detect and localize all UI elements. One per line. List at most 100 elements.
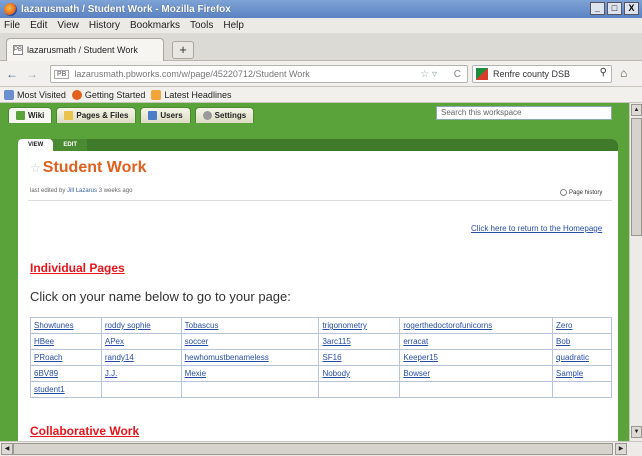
student-page-link[interactable]: Sample xyxy=(556,369,583,378)
table-cell xyxy=(552,381,612,398)
tab-strip: PB lazarusmath / Student Work + xyxy=(0,33,642,61)
individual-pages-heading[interactable]: Individual Pages xyxy=(30,261,125,275)
table-cell: J.J. xyxy=(100,365,182,382)
vertical-scroll-thumb[interactable] xyxy=(631,118,642,236)
table-cell: roddy sophie xyxy=(100,317,182,334)
tab-settings[interactable]: Settings xyxy=(194,107,255,123)
home-button[interactable]: ⌂ xyxy=(620,66,627,80)
menu-history[interactable]: History xyxy=(89,20,120,31)
student-page-link[interactable]: rogerthedoctorofunicorns xyxy=(403,321,492,330)
student-page-link[interactable]: soccer xyxy=(185,337,209,346)
scroll-left-icon[interactable]: ◀ xyxy=(1,443,13,455)
tab-users[interactable]: Users xyxy=(140,107,191,123)
bookmark-getting-started[interactable]: Getting Started xyxy=(71,89,145,100)
page-content: Wiki Pages & Files Users Settings Search… xyxy=(0,103,629,441)
menu-edit[interactable]: Edit xyxy=(30,20,47,31)
horizontal-scrollbar[interactable]: ◀ ▶ xyxy=(0,441,642,456)
minimize-button[interactable]: _ xyxy=(590,2,605,15)
student-page-link[interactable]: Zero xyxy=(556,321,572,330)
url-bar[interactable]: PB lazarusmath.pbworks.com/w/page/452207… xyxy=(50,65,468,83)
homepage-link[interactable]: Click here to return to the Homepage xyxy=(471,224,602,233)
scroll-down-icon[interactable]: ▼ xyxy=(631,426,642,438)
page-history-link[interactable]: Page history xyxy=(560,189,602,196)
site-identity-badge[interactable]: PB xyxy=(54,69,70,79)
table-row: 6BV89 J.J. Mexie Nobody Bowser Sample xyxy=(30,365,612,382)
bookmark-most-visited[interactable]: Most Visited xyxy=(4,89,66,100)
student-page-link[interactable]: 6BV89 xyxy=(34,369,58,378)
tab-wiki[interactable]: Wiki xyxy=(8,107,53,123)
menu-tools[interactable]: Tools xyxy=(190,20,213,31)
users-icon xyxy=(148,111,158,120)
wiki-tabs: Wiki Pages & Files Users Settings xyxy=(8,107,255,123)
student-page-link[interactable]: APex xyxy=(105,337,124,346)
scroll-up-icon[interactable]: ▲ xyxy=(631,104,642,116)
page-title-text: Student Work xyxy=(42,159,147,176)
edit-tab[interactable]: EDIT xyxy=(53,139,88,151)
table-cell: SF16 xyxy=(318,349,401,366)
student-page-link[interactable]: PRoach xyxy=(34,353,62,362)
table-row: HBee APex soccer 3arc115 erracat Bob xyxy=(30,333,612,350)
forward-button[interactable]: → xyxy=(26,66,38,82)
menu-help[interactable]: Help xyxy=(223,20,244,31)
firefox-icon xyxy=(4,2,17,16)
student-page-link[interactable]: trigonometry xyxy=(322,321,366,330)
student-page-link[interactable]: Nobody xyxy=(322,369,350,378)
bookmark-latest-headlines[interactable]: Latest Headlines xyxy=(151,89,231,100)
back-button[interactable]: ← xyxy=(6,66,18,82)
close-button[interactable]: X xyxy=(624,2,639,15)
student-page-link[interactable]: Bowser xyxy=(403,369,430,378)
student-page-link[interactable]: Keeper15 xyxy=(403,353,438,362)
menu-view[interactable]: View xyxy=(57,20,79,31)
student-page-link[interactable]: hewhomustbenameless xyxy=(185,353,269,362)
editor-link[interactable]: Jill Lazarus xyxy=(67,188,97,194)
scroll-right-icon[interactable]: ▶ xyxy=(615,443,627,455)
horizontal-scroll-thumb[interactable] xyxy=(13,443,613,455)
student-page-link[interactable]: Mexie xyxy=(185,369,206,378)
page-title: ☆ Student Work xyxy=(30,159,146,177)
student-page-link[interactable]: student1 xyxy=(34,385,65,394)
table-cell: erracat xyxy=(399,333,554,350)
new-tab-button[interactable]: + xyxy=(172,41,194,59)
student-page-link[interactable]: Showtunes xyxy=(34,321,74,330)
maximize-button[interactable]: □ xyxy=(607,2,622,15)
search-engine-icon[interactable] xyxy=(476,68,488,80)
intro-text: Click on your name below to go to your p… xyxy=(30,289,291,304)
menu-file[interactable]: File xyxy=(4,20,20,31)
table-row: Showtunes roddy sophie Tobascus trigonometr… xyxy=(30,317,612,334)
reload-icon[interactable]: C xyxy=(454,69,461,80)
bookmark-star-icon[interactable]: ☆ ▿ xyxy=(420,69,437,80)
student-page-link[interactable]: erracat xyxy=(403,337,428,346)
table-cell: quadratic xyxy=(552,349,612,366)
gear-icon xyxy=(202,111,212,120)
search-icon[interactable]: ⚲ xyxy=(600,67,607,78)
table-cell xyxy=(100,381,182,398)
student-page-link[interactable]: SF16 xyxy=(322,353,341,362)
tab-label: Users xyxy=(160,111,183,120)
table-cell: 3arc115 xyxy=(318,333,401,350)
table-cell: randy14 xyxy=(100,349,182,366)
tab-label: lazarusmath / Student Work xyxy=(27,45,138,55)
url-text[interactable]: lazarusmath.pbworks.com/w/page/45220712/… xyxy=(74,69,309,79)
student-page-link[interactable]: quadratic xyxy=(556,353,589,362)
student-page-link[interactable]: roddy sophie xyxy=(105,321,151,330)
search-box[interactable]: Renfre county DSB ⚲ xyxy=(472,65,612,83)
vertical-scrollbar[interactable]: ▲ ▼ xyxy=(629,103,642,441)
tab-label: Wiki xyxy=(28,111,45,120)
navigation-bar: ← → PB lazarusmath.pbworks.com/w/page/45… xyxy=(0,61,642,87)
collaborative-work-heading[interactable]: Collaborative Work xyxy=(30,424,139,438)
table-cell: Nobody xyxy=(318,365,401,382)
view-tab[interactable]: VIEW xyxy=(18,139,54,151)
student-page-link[interactable]: Bob xyxy=(556,337,570,346)
student-page-link[interactable]: 3arc115 xyxy=(322,337,350,346)
tab-pages-files[interactable]: Pages & Files xyxy=(56,107,137,123)
student-page-link[interactable]: J.J. xyxy=(105,369,117,378)
menu-bookmarks[interactable]: Bookmarks xyxy=(130,20,180,31)
student-page-link[interactable]: HBee xyxy=(34,337,54,346)
student-page-link[interactable]: Tobascus xyxy=(185,321,219,330)
student-page-link[interactable]: randy14 xyxy=(105,353,134,362)
browser-tab[interactable]: PB lazarusmath / Student Work xyxy=(6,38,164,61)
workspace-search-input[interactable]: Search this workspace xyxy=(436,106,612,120)
window-controls: _ □ X xyxy=(590,2,639,15)
table-cell: HBee xyxy=(30,333,102,350)
watch-star-icon[interactable]: ☆ xyxy=(30,161,41,175)
